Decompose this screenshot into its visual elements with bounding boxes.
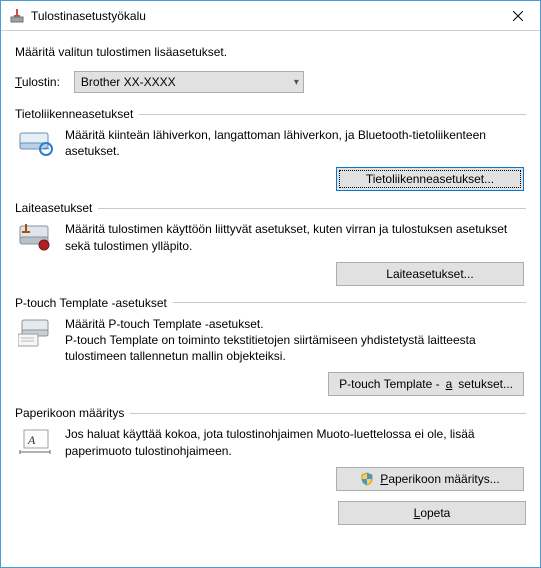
printer-label: Tulostin: [15, 75, 60, 89]
group-comm-desc: Määritä kiinteän lähiverkon, langattoman… [65, 127, 526, 159]
group-comm-title: Tietoliikenneasetukset [15, 107, 133, 121]
window: Tulostinasetustyökalu Määritä valitun tu… [0, 0, 541, 568]
ptouch-settings-button[interactable]: P-touch Template -asetukset... [328, 372, 524, 396]
group-device: Laiteasetukset Määritä tulostimen käyttö… [15, 201, 526, 285]
window-title: Tulostinasetustyökalu [31, 9, 495, 23]
group-ptouch-title: P-touch Template -asetukset [15, 296, 167, 310]
group-paper: Paperikoon määritys A Jos haluat käyttää… [15, 406, 526, 490]
divider [139, 114, 526, 115]
svg-text:A: A [27, 433, 36, 447]
group-device-title: Laiteasetukset [15, 201, 92, 215]
group-device-desc: Määritä tulostimen käyttöön liittyvät as… [65, 221, 526, 253]
printer-row: Tulostin: Brother XX-XXXX ▾ [15, 71, 526, 93]
close-icon [513, 11, 523, 21]
printer-combo[interactable]: Brother XX-XXXX ▾ [74, 71, 304, 93]
content-area: Määritä valitun tulostimen lisäasetukset… [1, 31, 540, 567]
app-icon [9, 8, 25, 24]
ptouch-icon [17, 316, 55, 365]
divider [173, 302, 526, 303]
group-paper-desc: Jos haluat käyttää kokoa, jota tulostino… [65, 426, 526, 458]
close-button[interactable] [495, 1, 540, 31]
titlebar: Tulostinasetustyökalu [1, 1, 540, 31]
device-icon [17, 221, 55, 253]
group-comm: Tietoliikenneasetukset Määritä kiinteän … [15, 107, 526, 191]
comm-icon [17, 127, 55, 159]
comm-settings-button[interactable]: Tietoliikenneasetukset... [336, 167, 524, 191]
footer: Lopeta [15, 501, 526, 525]
paper-size-button[interactable]: Paperikoon määritys... [336, 467, 524, 491]
device-settings-button[interactable]: Laiteasetukset... [336, 262, 524, 286]
group-ptouch-desc: Määritä P-touch Template -asetukset. P-t… [65, 316, 526, 365]
divider [98, 208, 526, 209]
shield-icon [360, 472, 374, 486]
group-paper-title: Paperikoon määritys [15, 406, 124, 420]
printer-combo-value: Brother XX-XXXX [81, 75, 176, 89]
group-ptouch: P-touch Template -asetukset Määritä P-to… [15, 296, 526, 397]
quit-button[interactable]: Lopeta [338, 501, 526, 525]
paper-icon: A [17, 426, 55, 458]
chevron-down-icon: ▾ [294, 77, 299, 88]
divider [130, 413, 526, 414]
page-heading: Määritä valitun tulostimen lisäasetukset… [15, 45, 526, 59]
